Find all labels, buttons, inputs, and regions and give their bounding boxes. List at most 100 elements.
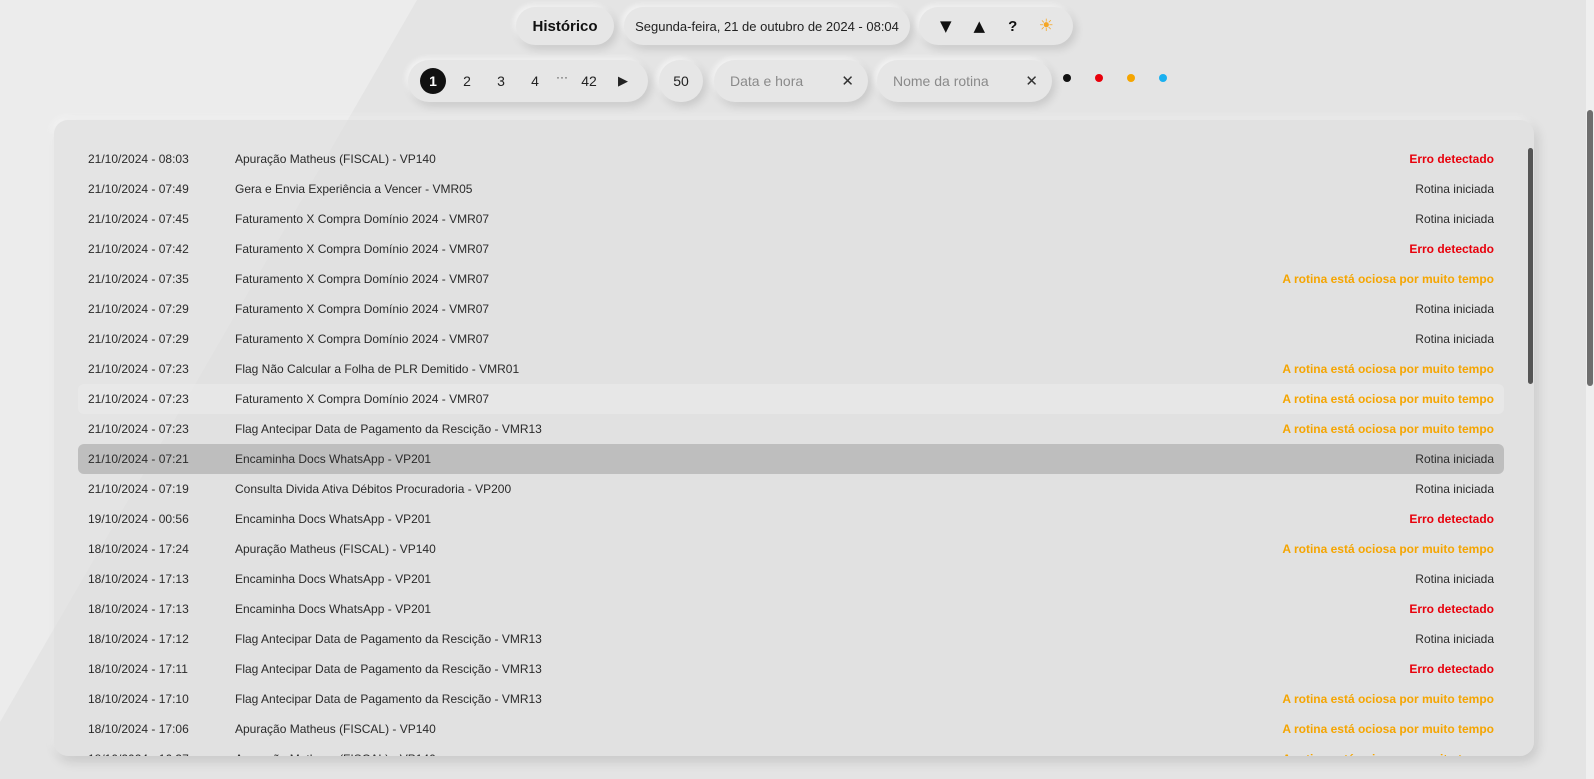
row-routine-name: Flag Antecipar Data de Pagamento da Resc… bbox=[235, 422, 542, 436]
theme-sun-icon[interactable]: ☀ bbox=[1034, 14, 1058, 38]
help-icon[interactable]: ? bbox=[1001, 14, 1025, 38]
row-date: 21/10/2024 - 07:45 bbox=[88, 212, 189, 226]
page-scrollbar[interactable] bbox=[1586, 0, 1594, 779]
row-status: A rotina está ociosa por muito tempo bbox=[1282, 542, 1494, 556]
table-scroll-thumb[interactable] bbox=[1528, 148, 1533, 384]
row-routine-name: Encaminha Docs WhatsApp - VP201 bbox=[235, 512, 432, 526]
row-status: Rotina iniciada bbox=[1415, 632, 1494, 646]
table-row[interactable]: 18/10/2024 - 17:24 Apuração Matheus (FISC… bbox=[78, 534, 1504, 564]
filter-dot-orange[interactable] bbox=[1127, 74, 1135, 82]
table-row[interactable]: 21/10/2024 - 07:23 Faturamento X Compra D… bbox=[78, 384, 1504, 414]
row-status: A rotina está ociosa por muito tempo bbox=[1282, 752, 1504, 756]
row-routine-name: Faturamento X Compra Domínio 2024 - VMR0… bbox=[235, 242, 490, 256]
row-routine-name: Flag Antecipar Data de Pagamento da Resc… bbox=[235, 692, 542, 706]
page-3-button[interactable]: 3 bbox=[488, 68, 514, 94]
page-last-button[interactable]: 42 bbox=[576, 68, 602, 94]
table-row[interactable]: 21/10/2024 - 07:23 Flag Não Calcular a Fo… bbox=[78, 354, 1504, 384]
row-status: Erro detectado bbox=[1409, 152, 1494, 166]
table-row[interactable]: 18/10/2024 - 17:11 Flag Antecipar Data de… bbox=[78, 654, 1504, 684]
table-row[interactable]: 21/10/2024 - 07:29 Faturamento X Compra D… bbox=[78, 324, 1504, 354]
page-title: Histórico bbox=[516, 7, 614, 45]
date-filter: ✕ bbox=[714, 60, 868, 102]
table-row[interactable]: 21/10/2024 - 07:49 Gera e Envia Experiênc… bbox=[78, 174, 1504, 204]
row-routine-name: Apuração Matheus (FISCAL) - VP140 bbox=[235, 722, 436, 736]
table-row[interactable]: 21/10/2024 - 07:19 Consulta Divida Ativa … bbox=[78, 474, 1504, 504]
row-date: 18/10/2024 - 17:10 bbox=[88, 692, 189, 706]
header-actions: ▼ ▲ ? ☀ bbox=[919, 7, 1073, 45]
row-date: 19/10/2024 - 00:56 bbox=[88, 512, 189, 526]
sort-desc-icon[interactable]: ▼ bbox=[934, 14, 958, 38]
filter-dot-black[interactable] bbox=[1063, 74, 1071, 82]
row-date: 21/10/2024 - 07:19 bbox=[88, 482, 189, 496]
row-date: 18/10/2024 - 17:06 bbox=[88, 722, 189, 736]
row-status: Rotina iniciada bbox=[1415, 482, 1494, 496]
table-row[interactable]: 21/10/2024 - 08:03 Apuração Matheus (FISC… bbox=[78, 144, 1504, 174]
row-routine-name: Faturamento X Compra Domínio 2024 - VMR0… bbox=[235, 392, 490, 406]
pagination-ellipsis: ··· bbox=[556, 70, 568, 84]
row-status: Erro detectado bbox=[1409, 242, 1494, 256]
current-datetime: Segunda-feira, 21 de outubro de 2024 - 0… bbox=[624, 7, 910, 45]
row-status: Rotina iniciada bbox=[1415, 452, 1494, 466]
next-page-icon[interactable]: ▶ bbox=[610, 68, 636, 94]
clear-name-icon[interactable]: ✕ bbox=[1025, 72, 1038, 90]
row-status: A rotina está ociosa por muito tempo bbox=[1282, 392, 1494, 406]
filter-dot-red[interactable] bbox=[1095, 74, 1103, 82]
table-row[interactable]: 18/10/2024 - 17:10 Flag Antecipar Data de… bbox=[78, 684, 1504, 714]
table-row[interactable]: 19/10/2024 - 00:56 Encaminha Docs WhatsAp… bbox=[78, 504, 1504, 534]
filter-dot-blue[interactable] bbox=[1159, 74, 1167, 82]
table-row[interactable]: 21/10/2024 - 07:45 Faturamento X Compra D… bbox=[78, 204, 1504, 234]
row-date: 18/10/2024 - 17:12 bbox=[88, 632, 189, 646]
table-row[interactable]: 18/10/2024 - 17:13 Encaminha Docs WhatsAp… bbox=[78, 564, 1504, 594]
row-status: Rotina iniciada bbox=[1415, 182, 1494, 196]
clear-date-icon[interactable]: ✕ bbox=[841, 72, 854, 90]
name-filter-input[interactable] bbox=[893, 73, 1003, 89]
table-row[interactable]: 18/10/2024 - 17:06 Apuração Matheus (FISC… bbox=[78, 714, 1504, 744]
row-status: A rotina está ociosa por muito tempo bbox=[1282, 272, 1494, 286]
row-date: 18/10/2024 - 17:11 bbox=[88, 662, 188, 676]
row-status: A rotina está ociosa por muito tempo bbox=[1282, 722, 1494, 736]
row-date: 21/10/2024 - 07:21 bbox=[88, 452, 189, 466]
page-scroll-thumb[interactable] bbox=[1587, 110, 1593, 386]
row-date: 21/10/2024 - 07:23 bbox=[88, 392, 189, 406]
row-status: A rotina está ociosa por muito tempo bbox=[1282, 362, 1494, 376]
history-table: 21/10/2024 - 08:03 Apuração Matheus (FISC… bbox=[54, 120, 1534, 756]
row-date: 18/10/2024 - 16:37 bbox=[78, 752, 235, 756]
table-row[interactable]: 21/10/2024 - 07:21 Encaminha Docs WhatsAp… bbox=[78, 444, 1504, 474]
status-filter-dots bbox=[1063, 74, 1167, 82]
row-routine-name: Apuração Matheus (FISCAL) - VP140 bbox=[235, 542, 436, 556]
table-row[interactable]: 21/10/2024 - 07:29 Faturamento X Compra D… bbox=[78, 294, 1504, 324]
page-size-select[interactable]: 50 bbox=[659, 60, 703, 102]
row-date: 21/10/2024 - 07:23 bbox=[88, 422, 189, 436]
page-2-button[interactable]: 2 bbox=[454, 68, 480, 94]
row-routine-name: Encaminha Docs WhatsApp - VP201 bbox=[235, 572, 432, 586]
row-routine-name: Flag Não Calcular a Folha de PLR Demitid… bbox=[235, 362, 520, 376]
row-routine-name: Flag Antecipar Data de Pagamento da Resc… bbox=[235, 632, 542, 646]
row-date: 21/10/2024 - 07:49 bbox=[88, 182, 189, 196]
page-4-button[interactable]: 4 bbox=[522, 68, 548, 94]
row-status: Erro detectado bbox=[1409, 662, 1494, 676]
page-1-button[interactable]: 1 bbox=[420, 68, 446, 94]
row-routine-name: Faturamento X Compra Domínio 2024 - VMR0… bbox=[235, 302, 490, 316]
table-row[interactable]: 18/10/2024 - 17:12 Flag Antecipar Data de… bbox=[78, 624, 1504, 654]
row-status: Rotina iniciada bbox=[1415, 332, 1494, 346]
row-date: 21/10/2024 - 07:29 bbox=[88, 332, 189, 346]
table-row[interactable]: 18/10/2024 - 16:37Apuração Matheus (FISC… bbox=[78, 744, 1504, 756]
row-routine-name: Faturamento X Compra Domínio 2024 - VMR0… bbox=[235, 272, 490, 286]
row-status: Rotina iniciada bbox=[1415, 212, 1494, 226]
row-status: Erro detectado bbox=[1409, 512, 1494, 526]
row-status: A rotina está ociosa por muito tempo bbox=[1282, 422, 1494, 436]
row-date: 21/10/2024 - 07:23 bbox=[88, 362, 189, 376]
table-row[interactable]: 21/10/2024 - 07:23 Flag Antecipar Data de… bbox=[78, 414, 1504, 444]
row-routine-name: Gera e Envia Experiência a Vencer - VMR0… bbox=[235, 182, 473, 196]
row-date: 21/10/2024 - 07:29 bbox=[88, 302, 189, 316]
row-status: Rotina iniciada bbox=[1415, 572, 1494, 586]
sort-asc-icon[interactable]: ▲ bbox=[967, 14, 991, 38]
table-row[interactable]: 21/10/2024 - 07:35 Faturamento X Compra D… bbox=[78, 264, 1504, 294]
row-status: A rotina está ociosa por muito tempo bbox=[1282, 692, 1494, 706]
table-row[interactable]: 18/10/2024 - 17:13 Encaminha Docs WhatsAp… bbox=[78, 594, 1504, 624]
row-routine-name: Encaminha Docs WhatsApp - VP201 bbox=[235, 452, 432, 466]
row-date: 18/10/2024 - 17:13 bbox=[88, 572, 189, 586]
name-filter: ✕ bbox=[877, 60, 1052, 102]
table-row[interactable]: 21/10/2024 - 07:42 Faturamento X Compra D… bbox=[78, 234, 1504, 264]
date-filter-input[interactable] bbox=[730, 73, 840, 89]
